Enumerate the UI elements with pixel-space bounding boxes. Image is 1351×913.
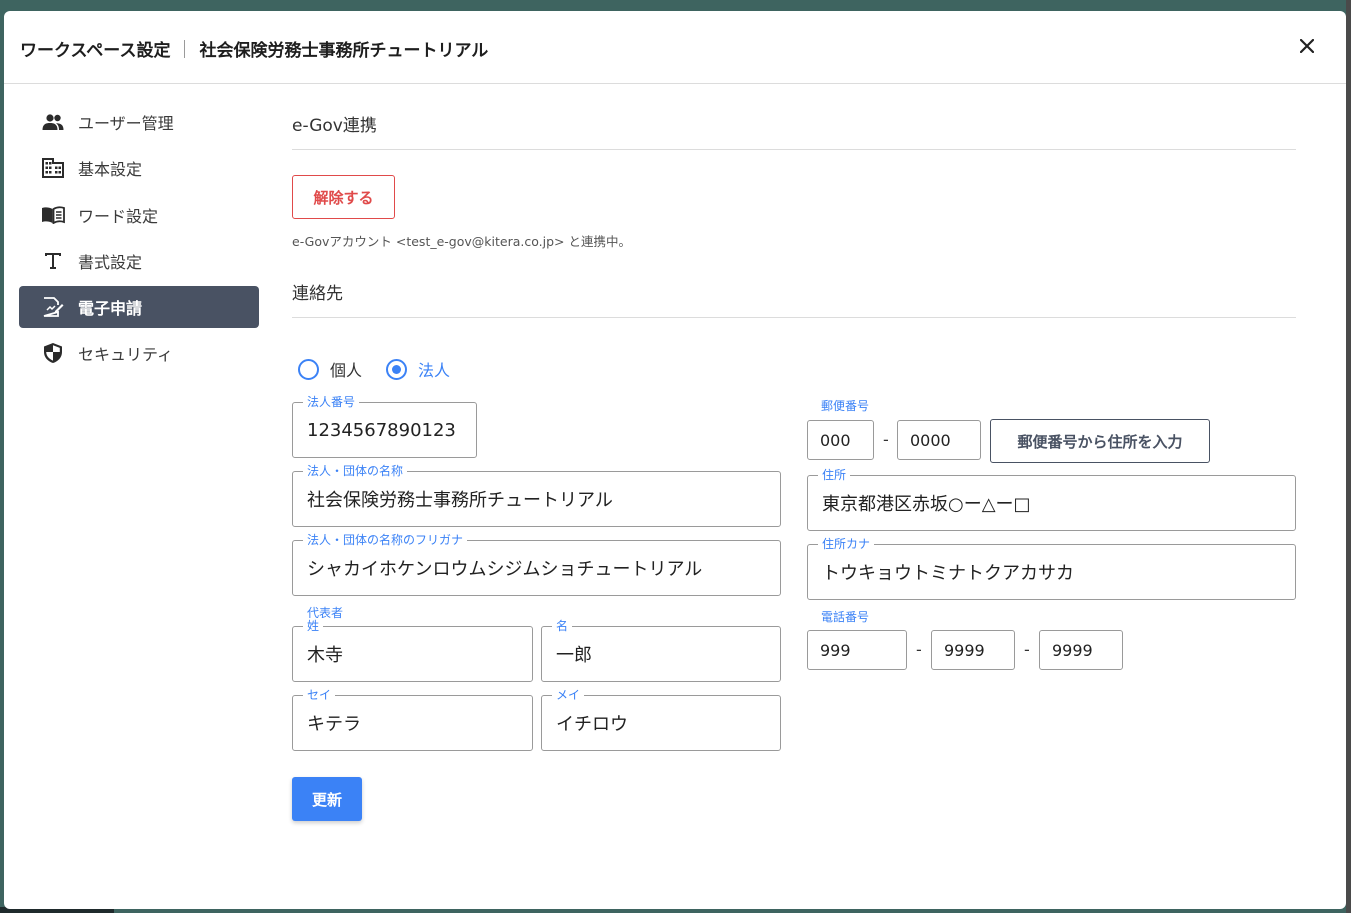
section-divider — [292, 317, 1296, 318]
address-kana-field[interactable]: 住所カナ トウキョウトミナトクアカサカ — [807, 536, 1296, 600]
sidebar: ユーザー管理 基本設定 ワード設定 書式設定 電子申請 セキュリティ — [19, 101, 259, 379]
update-button[interactable]: 更新 — [292, 777, 362, 821]
close-button[interactable] — [1296, 35, 1318, 57]
corp-number-field[interactable]: 法人番号 1234567890123 — [292, 394, 477, 458]
section-divider — [292, 149, 1296, 150]
modal-title-text: ワークスペース設定 — [20, 41, 171, 61]
building-icon — [41, 156, 65, 180]
title-divider — [184, 39, 186, 58]
field-label: セイ — [303, 687, 336, 703]
phone-label: 電話番号 — [821, 610, 870, 624]
settings-modal: ワークスペース設定 社会保険労務士事務所チュートリアル ユーザー管理 基本設定 … — [4, 11, 1346, 909]
field-value: キテラ — [307, 714, 361, 735]
field-label: 法人・団体の名称 — [303, 463, 408, 479]
field-value: 東京都港区赤坂○ー△ー□ — [822, 494, 1031, 515]
radio-button[interactable] — [298, 358, 319, 380]
field-label: 住所 — [818, 467, 851, 483]
first-name-kana-field[interactable]: メイ イチロウ — [541, 687, 781, 751]
last-name-kana-field[interactable]: セイ キテラ — [292, 687, 533, 751]
sidebar-item-label: 基本設定 — [78, 160, 143, 180]
entity-type-radio-group: 個人 法人 — [298, 357, 474, 381]
field-value: 社会保険労務士事務所チュートリアル — [307, 490, 613, 511]
book-icon — [41, 203, 65, 227]
field-value: 木寺 — [307, 645, 343, 666]
address-field[interactable]: 住所 東京都港区赤坂○ー△ー□ — [807, 467, 1296, 531]
field-value: トウキョウトミナトクアカサカ — [822, 563, 1074, 584]
postal-code-part2-input[interactable]: 0000 — [897, 420, 981, 460]
egov-link-status: e-Govアカウント <test_e-gov@kitera.co.jp> と連携… — [292, 234, 631, 249]
field-label: 法人・団体の名称のフリガナ — [303, 532, 468, 548]
sidebar-item-format[interactable]: 書式設定 — [19, 240, 259, 282]
contact-section-title: 連絡先 — [292, 284, 343, 304]
sidebar-item-label: 電子申請 — [78, 299, 143, 319]
phone-part2-input[interactable]: 9999 — [931, 630, 1015, 670]
unlink-button[interactable]: 解除する — [292, 175, 395, 219]
postal-separator: - — [883, 430, 889, 449]
org-name-field[interactable]: 法人・団体の名称 社会保険労務士事務所チュートリアル — [292, 463, 781, 527]
sidebar-item-label: ワード設定 — [78, 206, 159, 226]
first-name-field[interactable]: 名 一郎 — [541, 618, 781, 682]
field-label: 法人番号 — [303, 394, 360, 410]
modal-header: ワークスペース設定 社会保険労務士事務所チュートリアル — [4, 11, 1346, 84]
text-format-icon — [41, 249, 65, 273]
egov-section-title: e-Gov連携 — [292, 116, 377, 136]
field-label: 姓 — [303, 618, 324, 634]
org-name-kana-field[interactable]: 法人・団体の名称のフリガナ シャカイホケンロウムシジムショチュートリアル — [292, 532, 781, 596]
modal-title: ワークスペース設定 社会保険労務士事務所チュートリアル — [20, 36, 488, 61]
phone-separator: - — [916, 640, 922, 659]
sidebar-item-label: セキュリティ — [78, 345, 174, 365]
phone-part1-input[interactable]: 999 — [807, 630, 907, 670]
field-value: シャカイホケンロウムシジムショチュートリアル — [307, 559, 703, 580]
sidebar-item-label: 書式設定 — [78, 252, 143, 272]
users-icon — [41, 110, 65, 134]
radio-label: 個人 — [330, 361, 363, 380]
radio-individual[interactable]: 個人 — [298, 357, 362, 381]
close-icon — [1300, 39, 1314, 53]
phone-separator: - — [1024, 640, 1030, 659]
field-value: 一郎 — [556, 645, 592, 666]
last-name-field[interactable]: 姓 木寺 — [292, 618, 533, 682]
sidebar-item-e-application[interactable]: 電子申請 — [19, 286, 259, 329]
shield-icon — [41, 341, 65, 365]
field-label: メイ — [552, 687, 585, 703]
field-value: イチロウ — [556, 714, 628, 735]
sidebar-item-basic[interactable]: 基本設定 — [19, 147, 259, 189]
field-value: 1234567890123 — [307, 419, 456, 441]
postal-lookup-button[interactable]: 郵便番号から住所を入力 — [990, 419, 1210, 463]
backdrop-edge — [1346, 0, 1351, 913]
field-label: 名 — [552, 618, 573, 634]
radio-corporation[interactable]: 法人 — [386, 357, 450, 381]
radio-label: 法人 — [418, 361, 451, 380]
field-label: 住所カナ — [818, 536, 875, 552]
phone-part3-input[interactable]: 9999 — [1039, 630, 1123, 670]
postal-code-label: 郵便番号 — [821, 399, 870, 413]
document-edit-icon — [41, 295, 65, 319]
radio-button[interactable] — [386, 358, 408, 380]
sidebar-item-word[interactable]: ワード設定 — [19, 194, 259, 236]
postal-code-part1-input[interactable]: 000 — [807, 420, 874, 460]
sidebar-item-users[interactable]: ユーザー管理 — [19, 101, 259, 143]
sidebar-item-label: ユーザー管理 — [78, 114, 174, 133]
sidebar-item-security[interactable]: セキュリティ — [19, 332, 259, 374]
workspace-name: 社会保険労務士事務所チュートリアル — [199, 41, 489, 61]
